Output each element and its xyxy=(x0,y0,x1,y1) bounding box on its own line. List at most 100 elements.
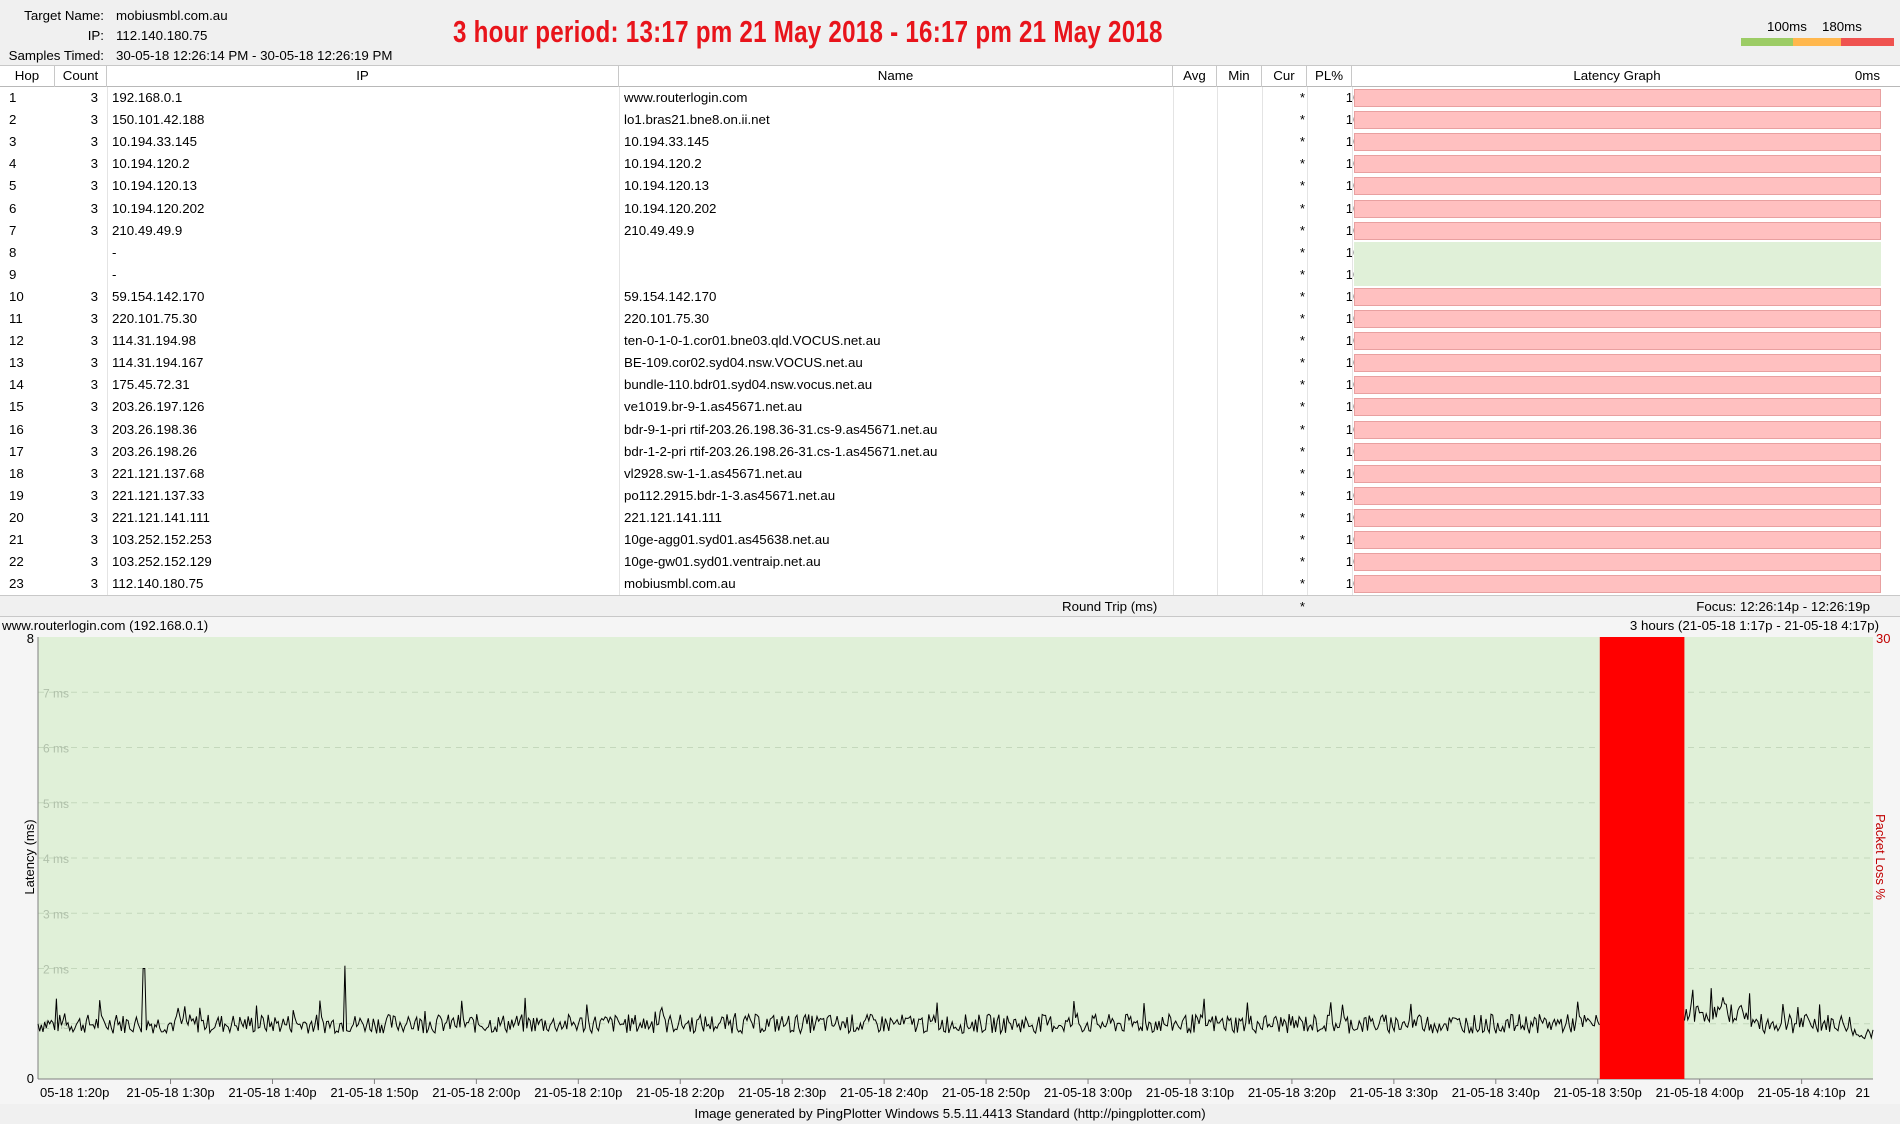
x-tick-label: 21-05-18 1:30p xyxy=(126,1085,214,1100)
hop-name: 210.49.49.9 xyxy=(624,222,695,238)
x-tick-label: 21-05-18 3:10p xyxy=(1146,1085,1234,1100)
hop-count: 3 xyxy=(90,355,98,371)
column-header-ip[interactable]: IP xyxy=(107,66,619,87)
hop-name: bdr-1-2-pri rtif-203.26.198.26-31.cs-1.a… xyxy=(624,443,938,459)
table-row[interactable]: 233112.140.180.75mobiusmbl.com.au*100.0 xyxy=(0,573,1900,595)
column-header-latency-graph[interactable]: Latency Graph 0ms xyxy=(1352,66,1882,87)
hop-ip: 59.154.142.170 xyxy=(112,288,205,304)
table-row[interactable]: 10359.154.142.17059.154.142.170*100.0 xyxy=(0,286,1900,308)
hop-number: 5 xyxy=(9,178,17,194)
focus-label[interactable]: Focus: 12:26:14p - 12:26:19p xyxy=(1696,596,1870,617)
table-row[interactable]: 17 3 203.26.198.26 bdr-1-2-pri rtif-203.26.… xyxy=(0,441,1900,463)
hop-cur: * xyxy=(1299,156,1305,172)
hop-ip: 103.252.152.253 xyxy=(112,532,212,547)
table-row[interactable]: 4310.194.120.210.194.120.2*100.0 xyxy=(0,153,1900,175)
table-row[interactable]: 16 3 203.26.198.36 bdr-9-1-pri rtif-203.26.… xyxy=(0,419,1900,441)
ip-value: 112.140.180.75 xyxy=(116,28,208,43)
column-header-avg[interactable]: Avg xyxy=(1173,66,1217,87)
hop-ip: 10.194.120.202 xyxy=(112,200,205,216)
round-trip-row: Round Trip (ms) * Focus: 12:26:14p - 12:… xyxy=(0,595,1900,617)
table-row[interactable]: 2 3 150.101.42.188 lo1.bras21.bne8.on.ii.ne… xyxy=(0,109,1900,131)
grid-label: 3 ms xyxy=(43,907,69,921)
table-row[interactable]: 203221.121.141.111221.121.141.111*100.0 xyxy=(0,507,1900,529)
column-divider xyxy=(1217,87,1218,595)
table-row[interactable]: 13 3 114.31.194.167 BE-109.cor02.syd04.nsw.… xyxy=(0,352,1900,374)
column-header-pl[interactable]: PL% xyxy=(1307,66,1352,87)
scale-label-180ms: 180ms xyxy=(1822,19,1862,34)
table-row[interactable]: 18 3 221.121.137.68 vl2928.sw-1-1.as45671.n… xyxy=(0,463,1900,485)
table-row[interactable]: 6310.194.120.20210.194.120.202*100.0 xyxy=(0,198,1900,220)
column-header-name[interactable]: Name xyxy=(619,66,1173,87)
latency-chart[interactable]: 1 ms2 ms3 ms4 ms5 ms6 ms7 ms8030Latency … xyxy=(0,617,1900,1107)
hop-number: 1 xyxy=(9,90,17,105)
period-title: 3 hour period: 13:17 pm 21 May 2018 - 16… xyxy=(453,14,1163,49)
table-row[interactable]: 3310.194.33.14510.194.33.145*100.0 xyxy=(0,131,1900,153)
hop-count: 3 xyxy=(90,377,98,393)
hop-name: 10.194.120.202 xyxy=(624,200,717,216)
hop-count: 3 xyxy=(90,487,98,503)
table-row[interactable]: 19 3 221.121.137.33 po112.2915.bdr-1-3.as45… xyxy=(0,485,1900,507)
latency-bar xyxy=(1354,531,1881,549)
hop-ip: 150.101.42.188 xyxy=(112,112,205,128)
hop-cur: * xyxy=(1299,90,1305,105)
latency-bar xyxy=(1354,486,1881,505)
hop-count: 3 xyxy=(90,576,98,592)
latency-bar xyxy=(1354,376,1881,395)
table-row[interactable]: 21 3 103.252.152.253 10ge-agg01.syd01.as456… xyxy=(0,529,1900,551)
hop-ip: 221.121.137.68 xyxy=(112,465,205,481)
hop-count: 3 xyxy=(90,222,98,238)
hop-number: 21 xyxy=(9,532,24,547)
column-header-hop[interactable]: Hop xyxy=(0,66,55,87)
hop-name: 10.194.120.2 xyxy=(624,156,702,172)
table-row[interactable]: 15 3 203.26.197.126 ve1019.br-9-1.as45671.n… xyxy=(0,396,1900,418)
hop-ip: 114.31.194.167 xyxy=(112,355,204,371)
x-tick-label: 21-05-18 2:20p xyxy=(636,1085,724,1100)
hop-cur: * xyxy=(1299,576,1305,592)
scale-segment-bad xyxy=(1841,38,1894,46)
hop-name: lo1.bras21.bne8.on.ii.net xyxy=(624,112,770,128)
table-row[interactable]: 113220.101.75.30220.101.75.30*100.0 xyxy=(0,308,1900,330)
hop-count: 3 xyxy=(90,311,98,326)
latency-bar xyxy=(1354,420,1881,439)
hop-count: 3 xyxy=(90,134,98,150)
latency-bar xyxy=(1354,199,1881,218)
latency-bar xyxy=(1354,310,1881,328)
hop-name: www.routerlogin.com xyxy=(624,90,748,105)
column-header-min[interactable]: Min xyxy=(1217,66,1262,87)
column-header-count[interactable]: Count xyxy=(55,66,107,87)
latency-bar xyxy=(1354,398,1881,417)
table-row[interactable]: 13192.168.0.1www.routerlogin.com*100.0 xyxy=(0,87,1900,109)
x-tick-label: 21-05-18 4:10p xyxy=(1758,1085,1846,1100)
hop-cur: * xyxy=(1299,288,1305,304)
hop-cur: * xyxy=(1299,421,1305,437)
hop-ip: 203.26.197.126 xyxy=(112,399,205,415)
hop-ip: 175.45.72.31 xyxy=(112,377,190,393)
packet-loss-bar xyxy=(1599,637,1685,1079)
hop-ip: 114.31.194.98 xyxy=(112,333,197,349)
target-name-value: mobiusmbl.com.au xyxy=(116,8,228,23)
scale-label-100ms: 100ms xyxy=(1767,19,1807,34)
table-row[interactable]: 22 3 103.252.152.129 10ge-gw01.syd01.ventra… xyxy=(0,551,1900,573)
hop-name: mobiusmbl.com.au xyxy=(624,576,736,592)
hop-cur: * xyxy=(1299,399,1305,415)
table-row[interactable]: 14 3 175.45.72.31 bundle-110.bdr01.syd04.ns… xyxy=(0,374,1900,396)
hop-cur: * xyxy=(1299,443,1305,459)
latency-graph-panel[interactable]: www.routerlogin.com (192.168.0.1) 3 hour… xyxy=(0,617,1900,1107)
x-tick-label: 21-05-18 1:40p xyxy=(228,1085,316,1100)
table-row[interactable]: 5310.194.120.1310.194.120.13*100.0 xyxy=(0,175,1900,197)
hop-ip: 203.26.198.36 xyxy=(112,421,198,437)
column-header-cur[interactable]: Cur xyxy=(1262,66,1307,87)
table-row[interactable]: 73210.49.49.9210.49.49.9*100.0 xyxy=(0,220,1900,242)
hop-count: 3 xyxy=(90,421,98,437)
hop-number: 13 xyxy=(9,355,24,371)
grid-label: 5 ms xyxy=(43,797,69,811)
table-row[interactable]: 8-*100.0 xyxy=(0,241,1900,264)
latency-bar xyxy=(1354,287,1881,306)
table-row[interactable]: 9-*100.0 xyxy=(0,263,1900,286)
x-tick-label: 21-05-18 2:00p xyxy=(432,1085,520,1100)
latency-bar xyxy=(1354,442,1881,461)
hop-ip: 192.168.0.1 xyxy=(112,90,183,105)
hop-cur: * xyxy=(1299,465,1305,481)
table-row[interactable]: 12 3 114.31.194.98 ten-0-1-0-1.cor01.bne03.… xyxy=(0,330,1900,352)
hop-cur: * xyxy=(1299,311,1305,326)
